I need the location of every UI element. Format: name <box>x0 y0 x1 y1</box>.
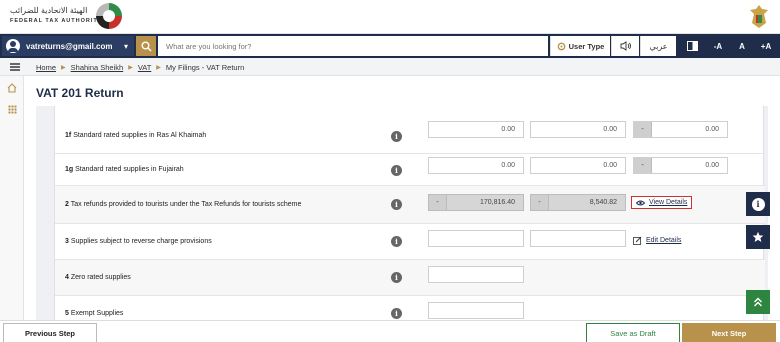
contrast-toggle-button[interactable] <box>678 36 706 56</box>
info-icon[interactable]: i <box>391 199 402 210</box>
vat-amount-input[interactable]: 0.00 <box>530 121 626 138</box>
adjustment-input[interactable]: - 0.00 <box>633 121 728 138</box>
user-account-dropdown[interactable]: vatreturns@gmail.com ▾ <box>2 36 134 56</box>
table-row: 2 Tax refunds provided to tourists under… <box>55 186 765 224</box>
breadcrumb-bar: Home ▶ Shahina Sheikh ▶ VAT ▶ My Filings… <box>0 58 780 76</box>
form-footer: Previous Step Save as Draft Next Step <box>0 320 780 342</box>
adjustment-input[interactable]: - 0.00 <box>633 157 728 174</box>
row-label: 1f Standard rated supplies in Ras Al Kha… <box>65 132 207 139</box>
amount-input[interactable]: 0.00 <box>428 157 524 174</box>
search-button[interactable] <box>136 36 156 56</box>
edit-icon <box>633 236 642 245</box>
vat-amount-input[interactable]: 0.00 <box>530 157 626 174</box>
edit-details-label: Edit Details <box>646 237 682 244</box>
top-navigation-bar: vatreturns@gmail.com ▾ User Type عربي -A… <box>0 34 780 58</box>
speaker-icon <box>620 41 631 51</box>
chevron-down-icon: ▾ <box>123 41 128 51</box>
info-icon[interactable]: i <box>391 308 402 319</box>
search-icon <box>141 41 152 52</box>
info-icon[interactable]: i <box>391 236 402 247</box>
table-row: 3 Supplies subject to reverse charge pro… <box>55 224 765 260</box>
amount-input[interactable] <box>428 230 524 247</box>
row-label: 4 Zero rated supplies <box>65 274 131 281</box>
user-avatar-icon <box>6 39 20 53</box>
info-icon: i <box>751 197 765 211</box>
brand-name-arabic: الهيئة الاتحادية للضرائب <box>10 6 88 15</box>
negative-prefix: - <box>531 195 549 210</box>
amount-input[interactable]: 0.00 <box>428 121 524 138</box>
breadcrumb: Home ▶ Shahina Sheikh ▶ VAT ▶ My Filings… <box>36 63 244 72</box>
amount-input[interactable] <box>428 302 524 319</box>
contrast-icon <box>686 41 698 51</box>
breadcrumb-arrow-icon: ▶ <box>128 65 133 71</box>
table-row: 1g Standard rated supplies in Fujairah i… <box>55 154 765 186</box>
breadcrumb-current: My Filings - VAT Return <box>165 63 245 72</box>
double-chevron-up-icon <box>754 297 762 307</box>
favorite-button[interactable] <box>746 225 770 249</box>
amount-readonly-field: - 170,816.40 <box>428 194 524 211</box>
table-row: 5 Exempt Supplies i <box>55 296 765 320</box>
save-draft-button[interactable]: Save as Draft <box>586 323 680 342</box>
page-title: VAT 201 Return <box>36 86 124 100</box>
view-details-label: View Details <box>649 199 688 206</box>
vat-amount-readonly-field: - 8,540.82 <box>530 194 626 211</box>
next-step-button[interactable]: Next Step <box>682 323 776 342</box>
form-card: 1f Standard rated supplies in Ras Al Kha… <box>54 106 765 320</box>
vat-return-form: 1f Standard rated supplies in Ras Al Kha… <box>36 106 768 320</box>
brand-name-english: FEDERAL TAX AUTHORITY <box>10 18 103 24</box>
info-icon[interactable]: i <box>391 272 402 283</box>
row-label: 5 Exempt Supplies <box>65 310 124 317</box>
negative-prefix: - <box>634 158 652 173</box>
fta-logo-icon[interactable] <box>96 3 122 29</box>
breadcrumb-vat[interactable]: VAT <box>138 63 151 72</box>
info-icon[interactable]: i <box>391 165 402 176</box>
breadcrumb-arrow-icon: ▶ <box>61 65 66 71</box>
text-to-speech-button[interactable] <box>611 36 639 56</box>
font-normal-button[interactable]: A <box>730 36 754 56</box>
scroll-to-top-button[interactable] <box>746 290 770 314</box>
hamburger-menu-icon[interactable] <box>10 63 20 71</box>
view-details-button[interactable]: View Details <box>631 196 693 209</box>
help-info-button[interactable]: i <box>746 192 770 216</box>
user-type-button[interactable]: User Type <box>550 36 610 56</box>
user-email: vatreturns@gmail.com <box>26 41 113 51</box>
edit-details-button[interactable]: Edit Details <box>633 236 681 245</box>
search-input[interactable] <box>158 36 548 56</box>
row-label: 3 Supplies subject to reverse charge pro… <box>65 238 212 245</box>
breadcrumb-arrow-icon: ▶ <box>156 65 161 71</box>
eye-icon <box>636 200 645 205</box>
table-row: 1f Standard rated supplies in Ras Al Kha… <box>55 118 765 154</box>
gear-icon <box>557 42 565 50</box>
apps-grid-icon[interactable] <box>8 105 17 114</box>
row-label: 1g Standard rated supplies in Fujairah <box>65 166 184 173</box>
left-sidebar <box>0 76 24 320</box>
info-icon[interactable]: i <box>391 131 402 142</box>
home-icon[interactable] <box>7 83 17 93</box>
breadcrumb-user[interactable]: Shahina Sheikh <box>71 63 124 72</box>
star-icon <box>752 231 764 242</box>
previous-step-button[interactable]: Previous Step <box>3 323 97 342</box>
font-decrease-button[interactable]: -A <box>706 36 730 56</box>
breadcrumb-home[interactable]: Home <box>36 63 56 72</box>
user-type-label: User Type <box>568 41 605 51</box>
negative-prefix: - <box>634 122 652 137</box>
font-increase-button[interactable]: +A <box>754 36 778 56</box>
language-toggle-arabic[interactable]: عربي <box>640 36 676 56</box>
vat-amount-input[interactable] <box>530 230 626 247</box>
uae-emblem-icon <box>750 5 768 28</box>
row-label: 2 Tax refunds provided to tourists under… <box>65 201 302 208</box>
header-logo-bar: الهيئة الاتحادية للضرائب FEDERAL TAX AUT… <box>0 0 780 34</box>
table-row: 4 Zero rated supplies i <box>55 260 765 296</box>
negative-prefix: - <box>429 195 447 210</box>
amount-input[interactable] <box>428 266 524 283</box>
